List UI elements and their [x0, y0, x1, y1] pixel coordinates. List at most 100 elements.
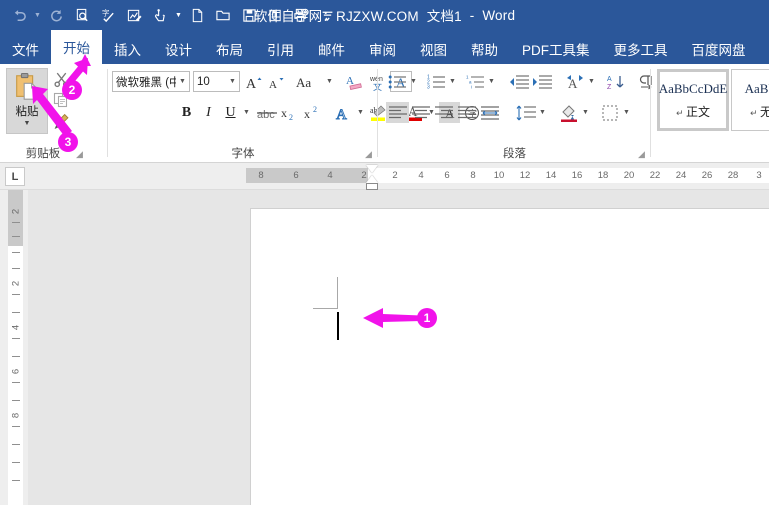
- format-painter-button[interactable]: [50, 111, 72, 131]
- shading-button[interactable]: [557, 102, 580, 123]
- tab-help[interactable]: 帮助: [459, 34, 510, 64]
- style-item-normal[interactable]: AaBbCcDdE ↵ 正文: [657, 69, 729, 131]
- underline-caret-icon[interactable]: ▼: [241, 102, 252, 123]
- paintbrush-icon: [54, 113, 69, 129]
- font-size-combo[interactable]: 10 ▼: [193, 71, 240, 92]
- underline-button[interactable]: U: [220, 102, 241, 123]
- text-effects-caret-icon[interactable]: ▼: [355, 102, 366, 123]
- increase-indent-button[interactable]: [530, 71, 553, 92]
- decrease-indent-button[interactable]: [507, 71, 530, 92]
- print-preview-icon[interactable]: [69, 3, 95, 27]
- clipboard-dialog-launcher[interactable]: ◢: [74, 149, 85, 160]
- print-icon[interactable]: [288, 3, 314, 27]
- document-page[interactable]: [250, 208, 769, 505]
- spelling-check-icon[interactable]: 字: [95, 3, 121, 27]
- increase-indent-icon: [532, 74, 552, 89]
- tab-pdf-tools[interactable]: PDF工具集: [510, 34, 602, 64]
- vruler-tick: 6: [10, 368, 22, 375]
- svg-text:2: 2: [289, 113, 293, 121]
- numbered-list-icon: 123: [427, 74, 445, 90]
- subscript-button[interactable]: x2: [280, 102, 302, 123]
- asian-layout-caret-icon[interactable]: ▼: [586, 71, 597, 92]
- cut-button[interactable]: [50, 69, 72, 89]
- group-styles: AaBbCcDdE ↵ 正文 AaBbCc ↵ 无间: [651, 64, 769, 163]
- paste-caret-icon[interactable]: ▼: [24, 120, 31, 127]
- justify-button[interactable]: [455, 102, 478, 123]
- bold-button[interactable]: B: [176, 102, 197, 123]
- change-case-button[interactable]: Aa: [294, 71, 324, 92]
- grow-font-button[interactable]: A: [244, 71, 265, 92]
- vertical-ruler[interactable]: 2 2 4 6 8: [0, 190, 28, 505]
- svg-text:字: 字: [101, 8, 109, 18]
- asian-layout-button[interactable]: A: [563, 71, 586, 92]
- undo-icon[interactable]: [6, 3, 32, 27]
- undo-caret-icon[interactable]: ▼: [32, 3, 43, 27]
- first-line-indent-marker[interactable]: [366, 165, 378, 173]
- tab-overflow[interactable]: 中: [758, 34, 769, 64]
- document-canvas: [28, 190, 769, 505]
- hanging-indent-marker[interactable]: [366, 175, 378, 183]
- font-size-caret-icon[interactable]: ▼: [226, 78, 239, 85]
- font-name-combo[interactable]: 微软雅黑 (中文 ▼: [112, 71, 190, 92]
- customize-qat-icon[interactable]: [314, 3, 340, 27]
- vruler-tick-mark: [12, 236, 20, 237]
- numbering-button[interactable]: 123: [425, 71, 447, 92]
- tab-insert[interactable]: 插入: [102, 34, 153, 64]
- open-folder-icon[interactable]: [210, 3, 236, 27]
- horizontal-ruler[interactable]: L 8 6 4 2 2 4 6 8 10 12 14 16 18 20 22 2…: [0, 163, 769, 190]
- redo-icon[interactable]: [43, 3, 69, 27]
- group-paragraph: ▼ 123 ▼ 1ai ▼ A ▼ AZ ▼ ▼ ▼ 段落 ◢: [378, 64, 652, 163]
- superscript-button[interactable]: x2: [303, 102, 325, 123]
- line-spacing-button[interactable]: [514, 102, 537, 123]
- paragraph-dialog-launcher[interactable]: ◢: [636, 149, 647, 160]
- line-spacing-caret-icon[interactable]: ▼: [537, 102, 548, 123]
- bullets-caret-icon[interactable]: ▼: [408, 71, 419, 92]
- tab-references[interactable]: 引用: [255, 34, 306, 64]
- multilevel-list-caret-icon[interactable]: ▼: [486, 71, 497, 92]
- italic-button[interactable]: I: [198, 102, 219, 123]
- tab-more-tools[interactable]: 更多工具: [602, 34, 680, 64]
- align-center-button[interactable]: [409, 102, 432, 123]
- distribute-button[interactable]: [478, 102, 501, 123]
- touch-mode-caret-icon[interactable]: ▼: [173, 3, 184, 27]
- align-right-button[interactable]: [432, 102, 455, 123]
- align-left-button[interactable]: [386, 102, 409, 123]
- edit-chart-icon[interactable]: [121, 3, 147, 27]
- touch-mode-icon[interactable]: [147, 3, 173, 27]
- new-document-icon[interactable]: [184, 3, 210, 27]
- ruler-tick: 14: [545, 170, 557, 181]
- text-effects-button[interactable]: A: [333, 102, 355, 123]
- tab-mailings[interactable]: 邮件: [306, 34, 357, 64]
- borders-caret-icon[interactable]: ▼: [621, 102, 632, 123]
- tab-view[interactable]: 视图: [408, 34, 459, 64]
- strikethrough-button[interactable]: abc: [255, 102, 279, 123]
- ruler-tick: 4: [418, 170, 424, 181]
- left-indent-marker[interactable]: [366, 183, 378, 190]
- text-cursor[interactable]: [337, 312, 339, 340]
- copy-button[interactable]: [50, 90, 72, 110]
- paste-button[interactable]: 粘贴 ▼: [6, 68, 48, 134]
- font-name-caret-icon[interactable]: ▼: [176, 78, 189, 85]
- tab-home[interactable]: 开始: [51, 30, 102, 64]
- style-item-no-spacing[interactable]: AaBbCc ↵ 无间: [731, 69, 769, 131]
- tab-baidu-disk[interactable]: 百度网盘: [680, 34, 758, 64]
- style-sample: AaBbCc: [744, 80, 769, 96]
- style-sample: AaBbCcDdE: [658, 80, 728, 96]
- tab-design[interactable]: 设计: [153, 34, 204, 64]
- tab-stop-selector[interactable]: L: [5, 167, 25, 186]
- font-dialog-launcher[interactable]: ◢: [363, 149, 374, 160]
- tab-file[interactable]: 文件: [0, 34, 51, 64]
- shading-caret-icon[interactable]: ▼: [580, 102, 591, 123]
- bullets-button[interactable]: [386, 71, 408, 92]
- attach-icon[interactable]: [262, 3, 288, 27]
- change-case-caret-icon[interactable]: ▼: [324, 71, 335, 92]
- sort-button[interactable]: AZ: [604, 71, 627, 92]
- save-icon[interactable]: [236, 3, 262, 27]
- tab-review[interactable]: 审阅: [357, 34, 408, 64]
- multilevel-list-button[interactable]: 1ai: [464, 71, 486, 92]
- tab-layout[interactable]: 布局: [204, 34, 255, 64]
- clear-formatting-button[interactable]: A: [344, 71, 366, 92]
- shrink-font-button[interactable]: A: [266, 71, 287, 92]
- borders-button[interactable]: [598, 102, 621, 123]
- numbering-caret-icon[interactable]: ▼: [447, 71, 458, 92]
